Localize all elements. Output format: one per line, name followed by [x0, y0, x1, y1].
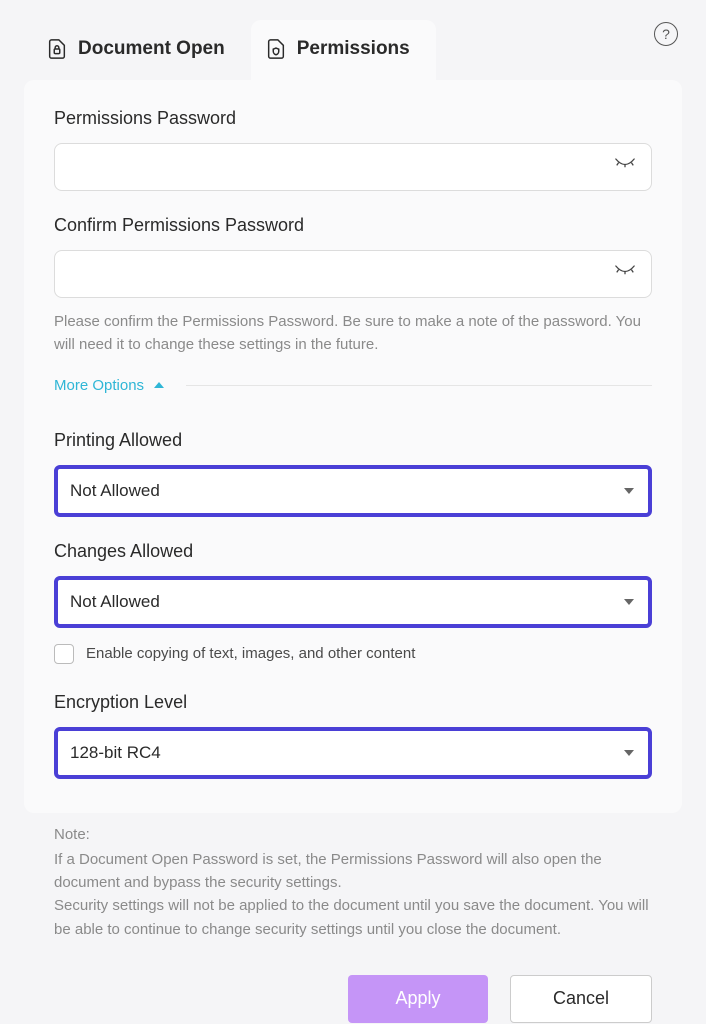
- tabs: Document Open Permissions: [32, 20, 682, 80]
- printing-allowed-value: Not Allowed: [58, 469, 648, 513]
- note-title: Note:: [54, 823, 652, 846]
- printing-allowed-select[interactable]: Not Allowed: [54, 465, 652, 517]
- permissions-password-input[interactable]: [54, 143, 652, 191]
- more-options-toggle[interactable]: More Options: [54, 377, 164, 394]
- lock-document-icon: [46, 38, 68, 60]
- tab-document-open[interactable]: Document Open: [32, 20, 251, 80]
- confirm-helper-text: Please confirm the Permissions Password.…: [54, 310, 652, 357]
- permissions-panel: Permissions Password Confirm Permissions…: [24, 80, 682, 813]
- dropdown-arrow-icon: [624, 599, 634, 605]
- dropdown-arrow-icon: [624, 488, 634, 494]
- changes-allowed-select[interactable]: Not Allowed: [54, 576, 652, 628]
- cancel-button[interactable]: Cancel: [510, 975, 652, 1023]
- printing-allowed-label: Printing Allowed: [54, 430, 652, 451]
- permissions-password-label: Permissions Password: [54, 108, 652, 129]
- changes-allowed-label: Changes Allowed: [54, 541, 652, 562]
- tab-permissions[interactable]: Permissions: [251, 20, 436, 80]
- show-confirm-password-icon[interactable]: [614, 264, 636, 285]
- show-password-icon[interactable]: [614, 157, 636, 178]
- enable-copying-label: Enable copying of text, images, and othe…: [86, 645, 415, 662]
- chevron-up-icon: [154, 381, 164, 389]
- changes-allowed-value: Not Allowed: [58, 580, 648, 624]
- confirm-permissions-password-input[interactable]: [54, 250, 652, 298]
- apply-button[interactable]: Apply: [348, 975, 488, 1023]
- encryption-level-select[interactable]: 128-bit RC4: [54, 727, 652, 779]
- more-options-label: More Options: [54, 377, 144, 394]
- note-line-2: Security settings will not be applied to…: [54, 894, 652, 941]
- enable-copying-checkbox[interactable]: [54, 644, 74, 664]
- tab-permissions-label: Permissions: [297, 38, 410, 60]
- encryption-level-value: 128-bit RC4: [58, 731, 648, 775]
- divider: [186, 385, 652, 386]
- dropdown-arrow-icon: [624, 750, 634, 756]
- help-icon[interactable]: ?: [654, 22, 678, 46]
- note-block: Note: If a Document Open Password is set…: [24, 813, 682, 941]
- note-line-1: If a Document Open Password is set, the …: [54, 848, 652, 895]
- confirm-permissions-password-label: Confirm Permissions Password: [54, 215, 652, 236]
- tab-document-open-label: Document Open: [78, 38, 225, 60]
- encryption-level-label: Encryption Level: [54, 692, 652, 713]
- shield-document-icon: [265, 38, 287, 60]
